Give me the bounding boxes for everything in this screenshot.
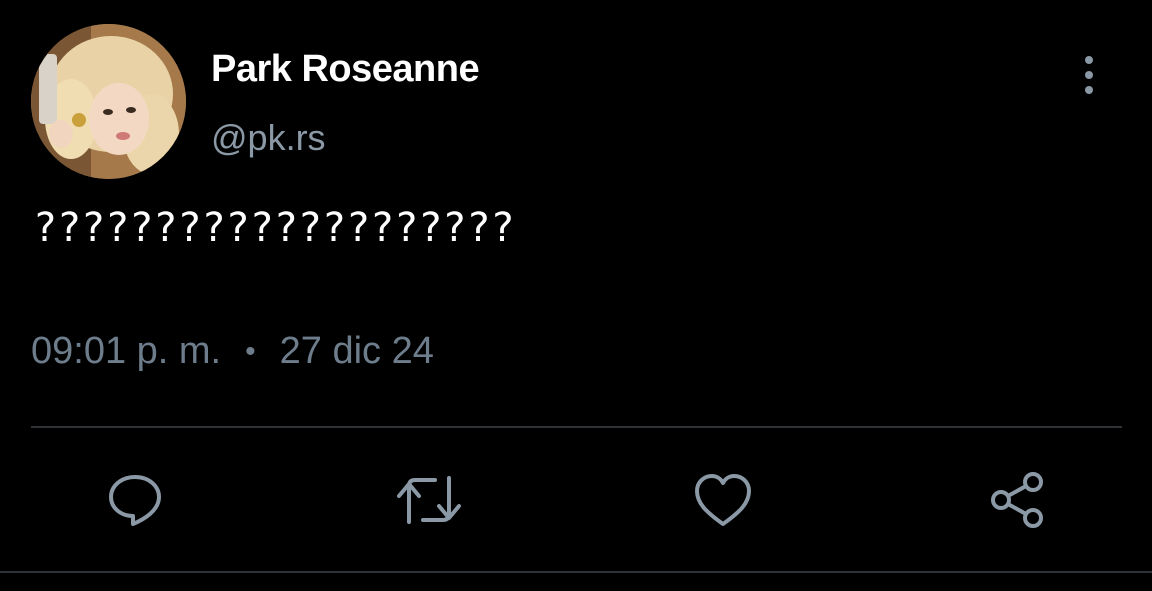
share-icon xyxy=(991,472,1043,528)
more-vertical-icon-dot xyxy=(1085,71,1093,79)
tweet-date[interactable]: 27 dic 24 xyxy=(280,330,434,373)
heart-icon xyxy=(695,474,751,526)
reply-button[interactable] xyxy=(99,464,171,536)
retweet-icon xyxy=(397,476,461,524)
tweet-text: ???????????????????? xyxy=(33,205,515,251)
more-options-button[interactable] xyxy=(1070,52,1108,98)
user-handle[interactable]: @pk.rs xyxy=(211,117,326,159)
avatar[interactable] xyxy=(31,24,186,179)
more-vertical-icon-dot xyxy=(1085,86,1093,94)
meta-separator: • xyxy=(245,334,256,368)
reply-icon xyxy=(109,475,161,526)
like-button[interactable] xyxy=(687,464,759,536)
retweet-button[interactable] xyxy=(393,464,465,536)
display-name[interactable]: Park Roseanne xyxy=(211,48,480,91)
tweet-meta: 09:01 p. m. • 27 dic 24 xyxy=(31,330,434,373)
tweet-card: Park Roseanne @pk.rs ???????????????????… xyxy=(0,0,1152,591)
more-vertical-icon xyxy=(1085,56,1093,64)
share-button[interactable] xyxy=(981,464,1053,536)
bottom-divider xyxy=(0,571,1152,573)
divider xyxy=(31,426,1122,428)
tweet-actions xyxy=(0,460,1152,540)
tweet-time[interactable]: 09:01 p. m. xyxy=(31,330,221,373)
